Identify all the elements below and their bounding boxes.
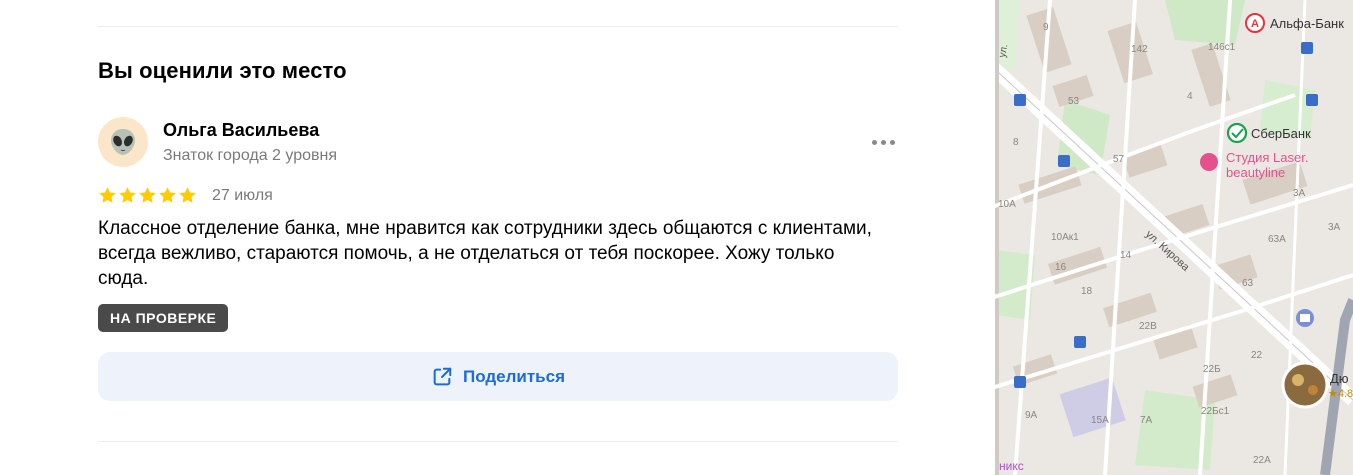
author-status: Знаток города 2 уровня [163,147,338,164]
studio-icon [1200,153,1218,171]
svg-text:16: 16 [1055,262,1067,273]
svg-text:146с1: 146с1 [1208,42,1236,53]
review-text: Классное отделение банка, мне нравится к… [98,218,872,289]
map-canvas: ул. Кирова ул. 9 142 146с1 4 53 57 8 3А … [995,0,1353,475]
author-avatar[interactable] [98,117,148,167]
street-left: ул. [997,43,1010,58]
moderation-badge: НА ПРОВЕРКЕ [98,304,229,332]
bottom-divider [98,441,898,442]
svg-text:57: 57 [1113,154,1125,165]
svg-text:22В: 22В [1139,321,1157,332]
poi-partial-name: Дю [1330,371,1349,386]
svg-text:63А: 63А [1268,234,1286,245]
svg-text:14: 14 [1120,250,1132,261]
svg-text:22Бс1: 22Бс1 [1201,406,1230,417]
poi-studio-line2: beautyline [1226,165,1285,180]
star-icon [179,187,196,203]
svg-text:53: 53 [1068,96,1080,107]
svg-text:63: 63 [1242,278,1254,289]
poi-bottom-partial: никс [999,459,1024,473]
svg-text:3А: 3А [1293,188,1306,199]
svg-text:22А: 22А [1253,455,1271,466]
review-date: 27 июля [212,187,273,204]
svg-text:22Б: 22Б [1203,364,1221,375]
svg-text:22: 22 [1251,350,1263,361]
svg-text:А: А [1251,18,1259,30]
poi-alfa-bank: Альфа-Банк [1270,16,1344,31]
share-button[interactable]: Поделиться [98,352,898,401]
svg-text:9: 9 [1043,22,1049,33]
star-icon [139,187,156,203]
author-name[interactable]: Ольга Васильева [163,120,319,141]
alien-face-icon [111,129,135,155]
top-divider [98,26,898,27]
svg-text:7А: 7А [1140,415,1153,426]
star-icon [119,187,136,203]
more-dots-icon[interactable] [866,131,900,153]
svg-text:4: 4 [1187,91,1193,102]
svg-text:9А: 9А [1025,410,1038,421]
poi-sberbank: СберБанк [1251,126,1311,141]
share-label: Поделиться [462,366,566,386]
venue-photo-icon [1281,361,1329,409]
svg-text:8: 8 [1013,137,1019,148]
map-view[interactable]: ул. Кирова ул. 9 142 146с1 4 53 57 8 3А … [995,0,1353,475]
svg-text:18: 18 [1081,286,1093,297]
svg-text:142: 142 [1131,44,1148,55]
star-icon [99,187,116,203]
sberbank-icon [1226,122,1248,144]
svg-text:3А: 3А [1328,222,1341,233]
poi-partial-rating: ★4.8 [1328,388,1353,400]
share-external-icon [433,367,452,385]
section-title: Вы оценили это место [98,58,347,83]
svg-text:10Ак1: 10Ак1 [1051,232,1079,243]
svg-text:10А: 10А [998,199,1016,210]
rating-stars [98,186,197,205]
review-panel: Вы оценили это место Ольга Васильева Зна… [0,0,995,475]
svg-text:15А: 15А [1091,415,1109,426]
poi-studio-line1: Студия Laser. [1226,150,1308,165]
star-icon [159,187,176,203]
